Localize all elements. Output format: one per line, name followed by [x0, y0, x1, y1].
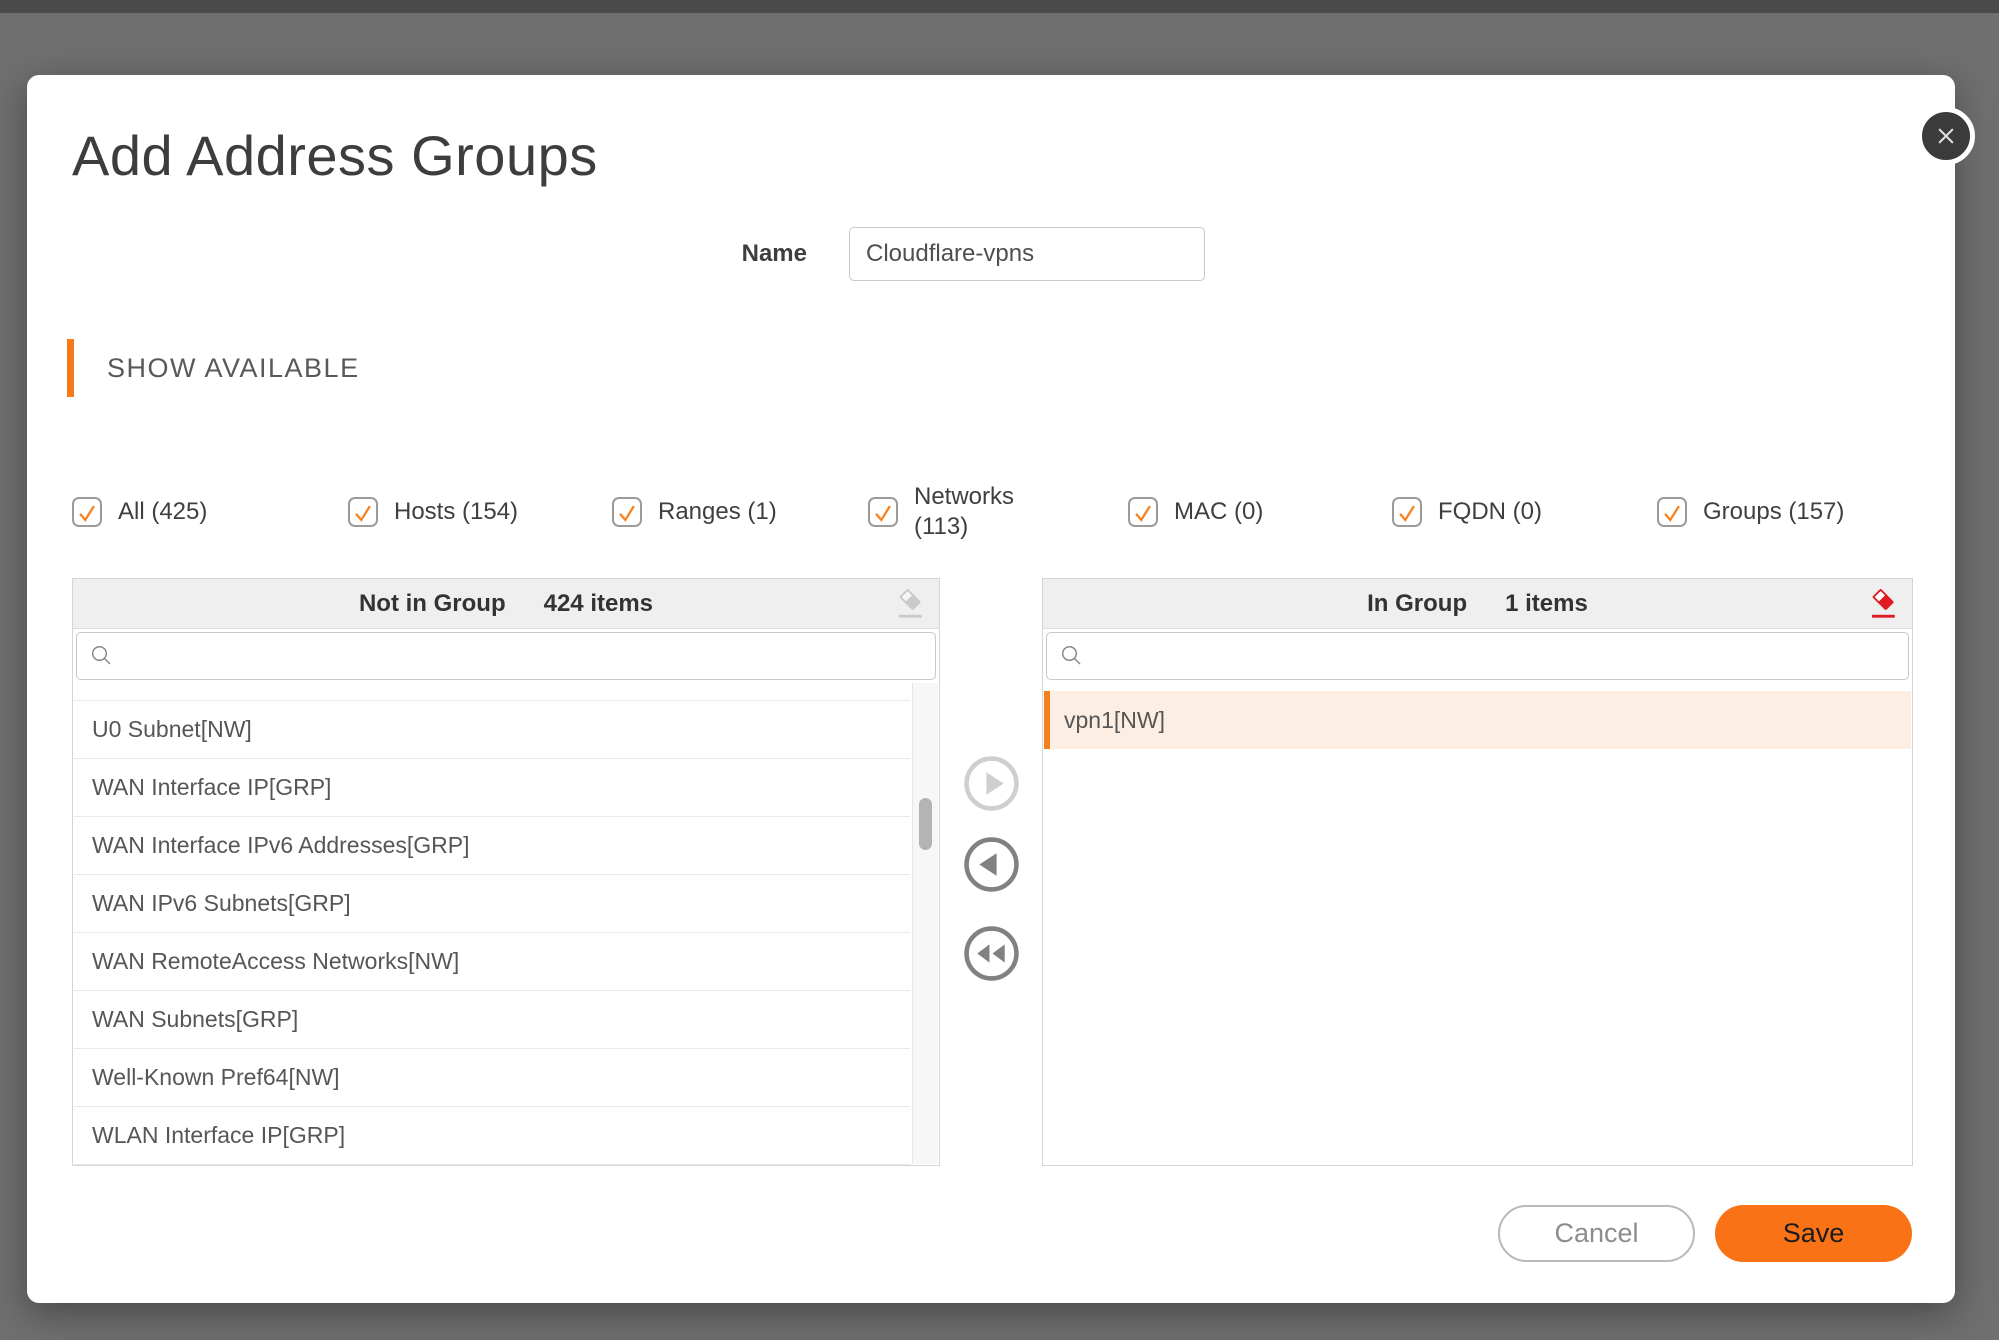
checkbox-fqdn[interactable]: [1392, 497, 1422, 527]
name-label: Name: [627, 227, 807, 281]
move-left-button[interactable]: [963, 836, 1020, 893]
filter-label: Networks (113): [914, 482, 1026, 542]
double-arrow-left-icon: [963, 925, 1020, 982]
arrow-left-icon: [963, 836, 1020, 893]
backdrop-top-strip: [0, 0, 1999, 13]
not-in-group-search[interactable]: [76, 632, 936, 680]
checkbox-mac[interactable]: [1128, 497, 1158, 527]
eraser-icon: [1866, 586, 1902, 622]
filter-label: All (425): [118, 497, 207, 527]
in-group-panel: In Group 1 items vpn1[NW]: [1042, 578, 1913, 1166]
close-button[interactable]: [1917, 107, 1975, 165]
filter-fqdn[interactable]: FQDN (0): [1392, 473, 1542, 551]
filter-label: Hosts (154): [394, 497, 518, 527]
in-group-header: In Group 1 items: [1043, 579, 1912, 629]
checkmark-icon: [614, 500, 640, 526]
filter-ranges[interactable]: Ranges (1): [612, 473, 777, 551]
cancel-button[interactable]: Cancel: [1498, 1205, 1695, 1262]
search-icon: [1059, 643, 1085, 669]
filter-networks[interactable]: Networks (113): [868, 473, 1026, 551]
save-button[interactable]: Save: [1715, 1205, 1912, 1262]
list-item[interactable]: WAN RemoteAccess Networks[NW]: [74, 933, 910, 991]
list-item[interactable]: Well-Known Pref64[NW]: [74, 1049, 910, 1107]
filter-groups[interactable]: Groups (157): [1657, 473, 1844, 551]
dialog-title: Add Address Groups: [72, 123, 598, 188]
move-all-left-button[interactable]: [963, 925, 1020, 982]
search-input[interactable]: [125, 633, 935, 679]
section-label: SHOW AVAILABLE: [107, 339, 360, 397]
checkbox-ranges[interactable]: [612, 497, 642, 527]
move-right-button[interactable]: [963, 755, 1020, 812]
partial-row: [74, 683, 910, 701]
scrollbar-thumb[interactable]: [919, 798, 932, 850]
checkmark-icon: [870, 500, 896, 526]
filter-hosts[interactable]: Hosts (154): [348, 473, 518, 551]
filter-label: Ranges (1): [658, 497, 777, 527]
checkbox-networks[interactable]: [868, 497, 898, 527]
name-input[interactable]: [849, 227, 1205, 281]
panel-item-count: 1 items: [1505, 590, 1588, 618]
search-input[interactable]: [1095, 633, 1908, 679]
list-item[interactable]: WAN Interface IP[GRP]: [74, 759, 910, 817]
scrollbar-track[interactable]: [912, 683, 938, 1164]
checkmark-icon: [74, 500, 100, 526]
checkmark-icon: [350, 500, 376, 526]
clear-selection-button[interactable]: [893, 586, 929, 622]
search-icon: [89, 643, 115, 669]
checkmark-icon: [1394, 500, 1420, 526]
eraser-icon: [893, 586, 929, 622]
clear-group-button[interactable]: [1866, 586, 1902, 622]
close-icon: [1931, 121, 1961, 151]
filter-label: FQDN (0): [1438, 497, 1542, 527]
list-item[interactable]: WAN IPv6 Subnets[GRP]: [74, 875, 910, 933]
add-address-groups-dialog: Add Address Groups Name SHOW AVAILABLE A…: [27, 75, 1955, 1303]
checkbox-all[interactable]: [72, 497, 102, 527]
filter-label: Groups (157): [1703, 497, 1844, 527]
checkbox-groups[interactable]: [1657, 497, 1687, 527]
list-item[interactable]: U0 Subnet[NW]: [74, 701, 910, 759]
filter-label: MAC (0): [1174, 497, 1263, 527]
list-item[interactable]: WAN Subnets[GRP]: [74, 991, 910, 1049]
panel-item-count: 424 items: [544, 590, 653, 618]
list-item[interactable]: WLAN Interface IP[GRP]: [74, 1107, 910, 1165]
not-in-group-header: Not in Group 424 items: [73, 579, 939, 629]
filter-mac[interactable]: MAC (0): [1128, 473, 1263, 551]
panel-title: In Group: [1367, 590, 1467, 618]
checkmark-icon: [1659, 500, 1685, 526]
in-group-search[interactable]: [1046, 632, 1909, 680]
arrow-right-icon: [963, 755, 1020, 812]
checkmark-icon: [1130, 500, 1156, 526]
checkbox-hosts[interactable]: [348, 497, 378, 527]
in-group-list: vpn1[NW]: [1044, 683, 1911, 1164]
section-accent-bar: [67, 339, 74, 397]
filter-all[interactable]: All (425): [72, 473, 207, 551]
panel-title: Not in Group: [359, 590, 506, 618]
list-item[interactable]: WAN Interface IPv6 Addresses[GRP]: [74, 817, 910, 875]
list-item-selected[interactable]: vpn1[NW]: [1044, 691, 1911, 749]
not-in-group-list: U0 Subnet[NW] WAN Interface IP[GRP] WAN …: [74, 683, 910, 1164]
not-in-group-panel: Not in Group 424 items U0 Subne: [72, 578, 940, 1166]
